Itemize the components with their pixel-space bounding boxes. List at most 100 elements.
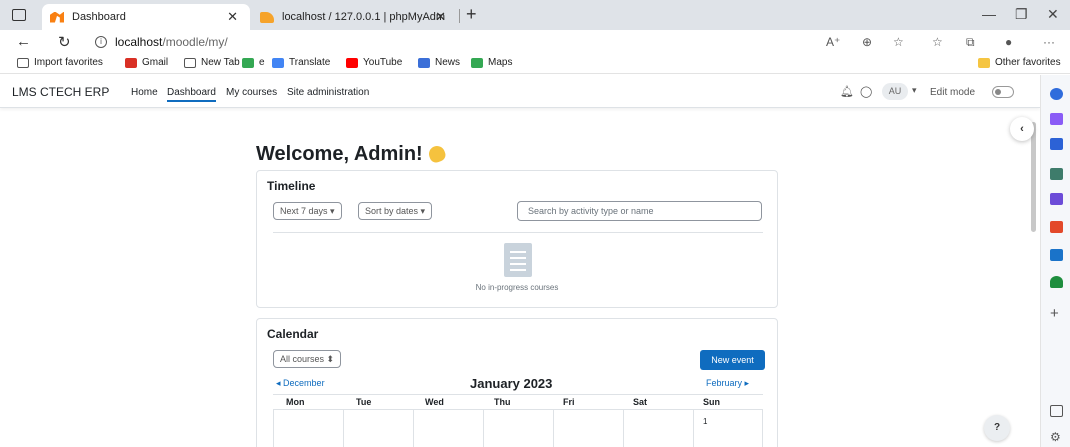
new-event-button[interactable]: New event bbox=[700, 350, 765, 370]
import-icon bbox=[17, 57, 29, 68]
restore-button[interactable]: ❐ bbox=[1015, 6, 1028, 23]
calendar-col-line bbox=[273, 409, 274, 447]
help-button[interactable]: ? bbox=[984, 415, 1010, 441]
browser-sidebar: + ⚙ bbox=[1040, 75, 1070, 447]
timeline-day-filter[interactable]: Next 7 days ▾ bbox=[273, 202, 342, 220]
divider bbox=[273, 232, 763, 233]
edit-mode-label: Edit mode bbox=[930, 87, 976, 98]
news-icon bbox=[418, 57, 430, 68]
weekday-header: Sun bbox=[703, 397, 720, 407]
gear-icon[interactable]: ⚙ bbox=[1050, 430, 1063, 444]
minimize-button[interactable]: — bbox=[982, 6, 996, 22]
page-icon bbox=[184, 57, 196, 68]
bookmark-maps[interactable]: Maps bbox=[471, 57, 512, 68]
arrow-right-icon: ▸ bbox=[744, 378, 750, 388]
zoom-icon[interactable]: ⊕ bbox=[862, 35, 872, 49]
nav-dashboard[interactable]: Dashboard bbox=[167, 87, 216, 102]
tab-title: localhost / 127.0.0.1 | phpMyAdm bbox=[282, 11, 446, 23]
calendar-month-title: January 2023 bbox=[470, 376, 553, 391]
window-close-button[interactable]: ✕ bbox=[1047, 6, 1059, 23]
calendar-col-line bbox=[483, 409, 484, 447]
games-icon[interactable] bbox=[1050, 193, 1063, 205]
read-aloud-icon[interactable]: A⁺ bbox=[826, 35, 840, 49]
calendar-day-cell[interactable]: 1 bbox=[703, 417, 707, 426]
calendar-course-filter[interactable]: All courses ⬍ bbox=[273, 350, 342, 368]
weekday-header: Wed bbox=[425, 397, 444, 407]
office-icon[interactable] bbox=[1050, 221, 1063, 233]
page-scrollbar[interactable] bbox=[1031, 122, 1036, 232]
chevron-down-icon: ▾ bbox=[330, 206, 335, 216]
drop-icon[interactable] bbox=[1050, 276, 1063, 288]
page-title: Welcome, Admin! bbox=[256, 143, 447, 166]
weekday-header: Tue bbox=[356, 397, 372, 407]
folder-icon bbox=[978, 57, 990, 68]
add-icon[interactable]: + bbox=[1050, 305, 1063, 322]
back-button[interactable]: ← bbox=[16, 33, 31, 50]
nav-site-administration[interactable]: Site administration bbox=[287, 87, 369, 98]
notifications-bell-icon[interactable]: 🔔︎ bbox=[840, 85, 854, 98]
bookmark-import-favorites[interactable]: Import favorites bbox=[17, 57, 103, 68]
bookmark-news[interactable]: News bbox=[418, 57, 460, 68]
bookmark-gmail[interactable]: Gmail bbox=[125, 57, 168, 68]
bookmark-e[interactable]: e bbox=[242, 57, 265, 68]
nav-my-courses[interactable]: My courses bbox=[226, 87, 277, 98]
more-menu-icon[interactable]: ··· bbox=[1043, 35, 1055, 49]
calendar-col-line bbox=[343, 409, 344, 447]
calendar-title: Calendar bbox=[267, 327, 319, 341]
previous-month-link[interactable]: ◂ December bbox=[276, 378, 325, 389]
collections-icon[interactable]: ⧉ bbox=[966, 35, 975, 50]
translate-icon bbox=[272, 57, 284, 68]
bookmark-new-tab[interactable]: New Tab bbox=[184, 57, 240, 68]
phpmyadmin-favicon-icon bbox=[260, 11, 274, 23]
user-menu-chevron-down-icon[interactable]: ▾ bbox=[912, 85, 917, 96]
moodle-favicon-icon bbox=[50, 11, 64, 23]
drive-icon bbox=[242, 57, 254, 68]
bookmark-youtube[interactable]: YouTube bbox=[346, 57, 402, 68]
bookmark-translate[interactable]: Translate bbox=[272, 57, 330, 68]
sidebar-layout-icon[interactable] bbox=[1050, 405, 1063, 417]
url-path: /moodle/my/ bbox=[162, 35, 228, 49]
nav-home[interactable]: Home bbox=[131, 87, 158, 98]
favorite-star-icon[interactable]: ☆ bbox=[893, 35, 904, 49]
moodle-navbar: LMS CTECH ERP Home Dashboard My courses … bbox=[0, 75, 1040, 108]
timeline-search-input[interactable]: Search by activity type or name bbox=[517, 201, 762, 221]
select-arrows-icon: ⬍ bbox=[326, 354, 335, 364]
search-icon[interactable] bbox=[1050, 88, 1063, 100]
drawer-toggle-chevron-left-icon[interactable]: ‹ bbox=[1010, 117, 1034, 141]
tab-actions-icon[interactable] bbox=[12, 9, 26, 21]
youtube-icon bbox=[346, 57, 358, 68]
timeline-sort-dropdown[interactable]: Sort by dates ▾ bbox=[358, 202, 433, 220]
calendar-col-line bbox=[413, 409, 414, 447]
calendar-col-line bbox=[623, 409, 624, 447]
user-avatar[interactable]: AU bbox=[882, 83, 908, 100]
favorites-icon[interactable]: ☆ bbox=[932, 35, 943, 49]
next-month-link[interactable]: February ▸ bbox=[706, 378, 749, 389]
shopping-tag-icon[interactable] bbox=[1050, 138, 1063, 150]
url-field[interactable]: localhost/moodle/my/ bbox=[115, 35, 228, 49]
bookmarks-bar: Import favorites Gmail New Tab e Transla… bbox=[0, 54, 1070, 74]
site-info-icon[interactable]: i bbox=[95, 36, 107, 48]
timeline-title: Timeline bbox=[267, 179, 316, 193]
waving-hand-icon bbox=[426, 143, 447, 165]
arrow-left-icon: ◂ bbox=[276, 378, 281, 388]
browser-tab-strip: Dashboard ✕ localhost / 127.0.0.1 | phpM… bbox=[0, 0, 1070, 30]
tools-icon[interactable] bbox=[1050, 168, 1063, 180]
other-favorites-folder[interactable]: Other favorites bbox=[978, 57, 1061, 68]
outlook-icon[interactable] bbox=[1050, 249, 1063, 261]
refresh-button[interactable]: ↻ bbox=[58, 33, 71, 51]
site-brand[interactable]: LMS CTECH ERP bbox=[12, 85, 109, 99]
calendar-col-line bbox=[762, 409, 763, 447]
maps-icon bbox=[471, 57, 483, 68]
tab-phpmyadmin[interactable]: localhost / 127.0.0.1 | phpMyAdm ✕ bbox=[252, 4, 458, 30]
profile-icon[interactable]: ● bbox=[1005, 35, 1012, 49]
document-icon bbox=[504, 243, 532, 277]
close-icon[interactable]: ✕ bbox=[227, 9, 238, 25]
tab-dashboard[interactable]: Dashboard ✕ bbox=[42, 4, 250, 30]
timeline-empty-message: No in-progress courses bbox=[475, 283, 559, 292]
copilot-icon[interactable] bbox=[1050, 113, 1063, 125]
new-tab-button[interactable]: + bbox=[466, 4, 477, 25]
close-icon[interactable]: ✕ bbox=[435, 9, 446, 25]
messages-icon[interactable]: ◯ bbox=[860, 85, 872, 98]
tab-title: Dashboard bbox=[72, 11, 126, 23]
edit-mode-toggle[interactable] bbox=[992, 86, 1014, 98]
